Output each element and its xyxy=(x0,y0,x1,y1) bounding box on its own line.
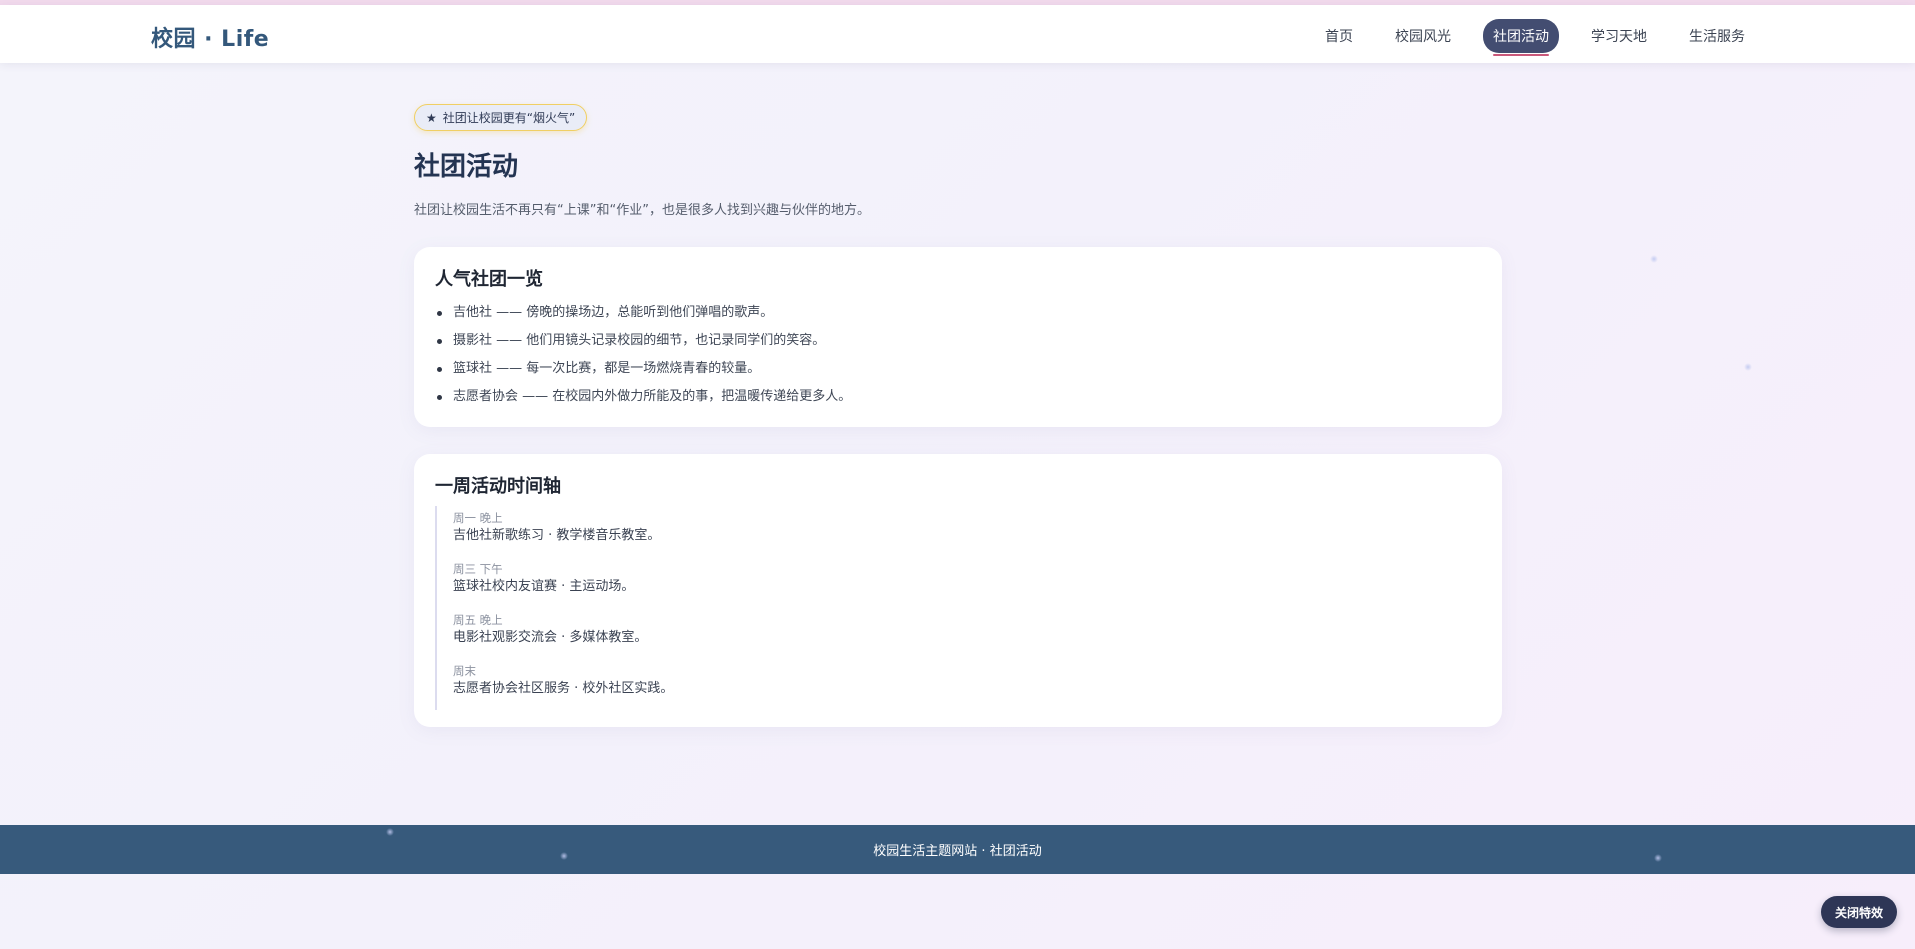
nav-item-club-activities[interactable]: 社团活动 xyxy=(1483,19,1559,56)
section-badge: ★ 社团让校园更有“烟火气” xyxy=(414,104,588,131)
site-logo[interactable]: 校园 · Life xyxy=(151,21,269,53)
badge-text: 社团让校园更有“烟火气” xyxy=(442,111,576,125)
nav-item-home[interactable]: 首页 xyxy=(1315,19,1363,53)
timeline-time: 周末 xyxy=(453,664,476,678)
nav-item-study[interactable]: 学习天地 xyxy=(1581,19,1657,53)
sparkle-decoration xyxy=(1744,363,1752,371)
page-intro: 社团让校园生活不再只有“上课”和“作业”，也是很多人找到兴趣与伙伴的地方。 xyxy=(414,203,870,218)
timeline-time: 周三 下午 xyxy=(453,562,503,576)
list-item: 吉他社 —— 傍晚的操场边，总能听到他们弹唱的歌声。 xyxy=(435,299,1482,327)
sparkle-decoration xyxy=(1650,255,1658,263)
toggle-effects-button[interactable]: 关闭特效 xyxy=(1821,896,1897,928)
club-list: 吉他社 —— 傍晚的操场边，总能听到他们弹唱的歌声。 摄影社 —— 他们用镜头记… xyxy=(435,299,1482,411)
weekly-timeline-card: 一周活动时间轴 周一 晚上 吉他社新歌练习 · 教学楼音乐教室。 周三 下午 篮… xyxy=(414,454,1502,727)
popular-clubs-card: 人气社团一览 吉他社 —— 傍晚的操场边，总能听到他们弹唱的歌声。 摄影社 ——… xyxy=(414,247,1502,427)
timeline-time: 周一 晚上 xyxy=(453,511,503,525)
timeline-item: 周三 下午 篮球社校内友谊赛 · 主运动场。 xyxy=(453,557,1482,608)
main-nav: 首页 校园风光 社团活动 学习天地 生活服务 xyxy=(1293,19,1755,56)
list-item: 摄影社 —— 他们用镜头记录校园的细节，也记录同学们的笑容。 xyxy=(435,327,1482,355)
timeline: 周一 晚上 吉他社新歌练习 · 教学楼音乐教室。 周三 下午 篮球社校内友谊赛 … xyxy=(435,506,1482,710)
page-title: 社团活动 xyxy=(414,152,519,182)
timeline-item: 周一 晚上 吉他社新歌练习 · 教学楼音乐教室。 xyxy=(453,506,1482,557)
nav-item-campus-scenery[interactable]: 校园风光 xyxy=(1385,19,1461,53)
timeline-desc: 篮球社校内友谊赛 · 主运动场。 xyxy=(453,579,635,594)
sparkle-decoration xyxy=(1654,854,1662,862)
list-item: 志愿者协会 —— 在校园内外做力所能及的事，把温暖传递给更多人。 xyxy=(435,383,1482,411)
timeline-item: 周末 志愿者协会社区服务 · 校外社区实践。 xyxy=(453,659,1482,710)
card-title: 人气社团一览 xyxy=(435,269,543,290)
footer-text: 校园生活主题网站 · 社团活动 xyxy=(873,844,1042,859)
sparkle-decoration xyxy=(560,852,568,860)
site-header: 校园 · Life 首页 校园风光 社团活动 学习天地 生活服务 xyxy=(0,5,1915,63)
nav-item-life-services[interactable]: 生活服务 xyxy=(1679,19,1755,53)
star-icon: ★ xyxy=(426,110,437,125)
sparkle-decoration xyxy=(386,828,394,836)
site-footer: 校园生活主题网站 · 社团活动 xyxy=(0,825,1915,874)
main-content: ★ 社团让校园更有“烟火气” 社团活动 社团让校园生活不再只有“上课”和“作业”… xyxy=(414,104,1502,727)
card-title: 一周活动时间轴 xyxy=(435,476,561,497)
list-item: 篮球社 —— 每一次比赛，都是一场燃烧青春的较量。 xyxy=(435,355,1482,383)
timeline-desc: 电影社观影交流会 · 多媒体教室。 xyxy=(453,630,648,645)
timeline-desc: 志愿者协会社区服务 · 校外社区实践。 xyxy=(453,681,674,696)
timeline-item: 周五 晚上 电影社观影交流会 · 多媒体教室。 xyxy=(453,608,1482,659)
timeline-time: 周五 晚上 xyxy=(453,613,503,627)
timeline-desc: 吉他社新歌练习 · 教学楼音乐教室。 xyxy=(453,528,661,543)
